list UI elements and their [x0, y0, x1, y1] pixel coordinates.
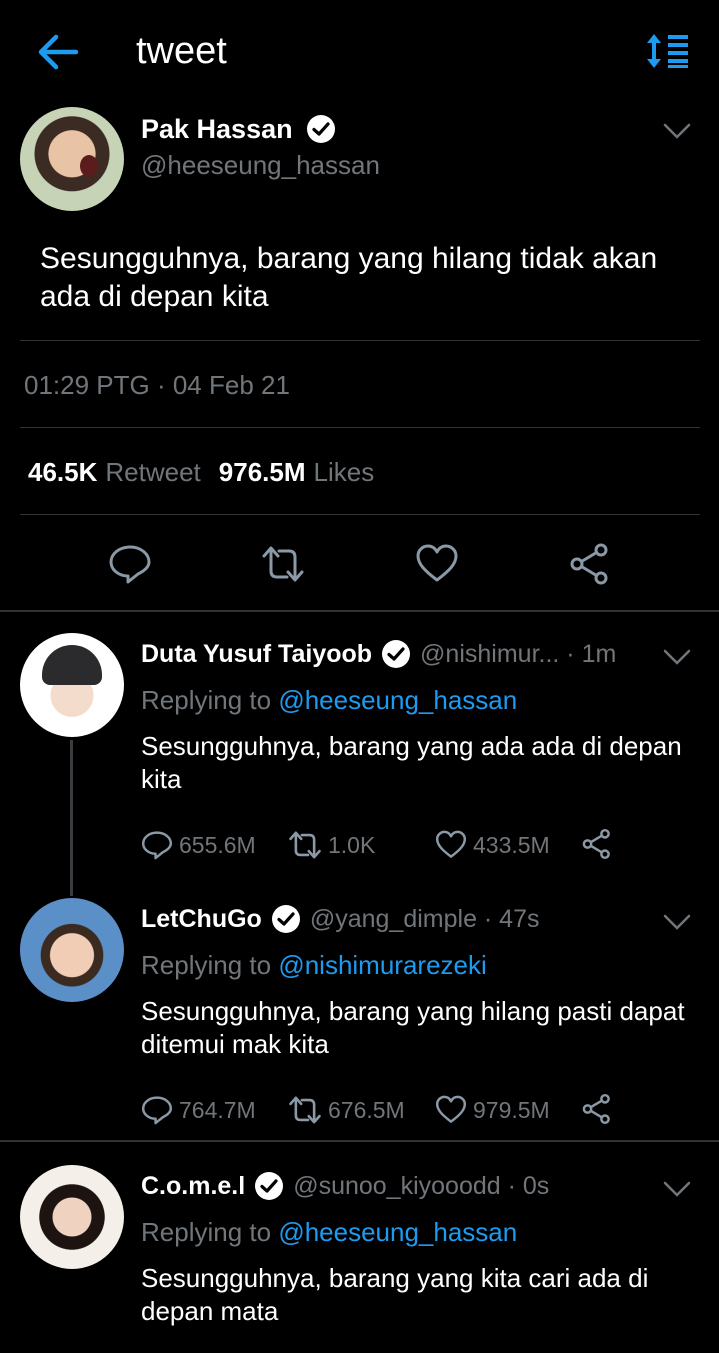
arrow-left-icon[interactable]	[36, 32, 78, 72]
reply-author-row: C.o.m.e.l @sunoo_kiyooodd · 0s	[141, 1169, 549, 1203]
tweet-actions	[0, 543, 719, 587]
reply-author-handle[interactable]: @yang_dimple · 47s	[310, 905, 540, 934]
chevron-down-icon[interactable]	[663, 1180, 691, 1198]
chevron-down-icon[interactable]	[663, 648, 691, 666]
avatar[interactable]	[20, 633, 124, 737]
replying-to: Replying to @nishimurarezeki	[141, 950, 487, 981]
retweet-icon	[289, 1096, 321, 1124]
chevron-down-icon[interactable]	[663, 122, 691, 140]
reply-actions: 764.7M 676.5M 979.5M	[141, 1093, 701, 1127]
retweet-button[interactable]: 1.0K	[288, 828, 375, 862]
reply-count: 764.7M	[179, 1096, 256, 1123]
replying-prefix: Replying to	[141, 685, 272, 715]
author-row: Pak Hassan	[141, 112, 337, 146]
retweet-count: 1.0K	[328, 831, 376, 858]
divider	[20, 514, 700, 515]
replying-to-link[interactable]: @heeseung_hassan	[278, 1217, 517, 1247]
retweet-icon	[289, 831, 321, 859]
share-icon[interactable]	[568, 543, 612, 585]
heart-icon	[435, 1095, 467, 1123]
replying-to-link[interactable]: @nishimurarezeki	[278, 950, 486, 980]
author-name[interactable]: Pak Hassan	[141, 114, 293, 145]
reply-text: Sesungguhnya, barang yang hilang pasti d…	[141, 996, 685, 1059]
like-button[interactable]: 979.5M	[435, 1093, 550, 1127]
verified-badge-icon	[271, 905, 300, 933]
retweet-count: 676.5M	[328, 1096, 405, 1123]
share-icon[interactable]	[581, 828, 613, 860]
reply-author-name[interactable]: C.o.m.e.l	[141, 1172, 245, 1201]
reply-author-row: Duta Yusuf Taiyoob @nishimur... · 1m	[141, 637, 616, 671]
reply-actions: 655.6M 1.0K 433.5M	[141, 828, 701, 862]
tweet-timestamp: 01:29 PTG · 04 Feb 21	[24, 370, 290, 400]
verified-badge-icon	[306, 115, 335, 143]
reply-button[interactable]: 655.6M	[141, 828, 256, 862]
reply-text: Sesungguhnya, barang yang ada ada di dep…	[141, 731, 682, 794]
chevron-down-icon[interactable]	[663, 913, 691, 931]
verified-badge-icon	[255, 1172, 284, 1200]
like-button[interactable]: 433.5M	[435, 828, 550, 862]
likes-label[interactable]: Likes	[314, 457, 375, 488]
heart-icon	[435, 830, 467, 858]
page-title: tweet	[136, 30, 227, 72]
retweet-button[interactable]: 676.5M	[288, 1093, 405, 1127]
tweet-stats: 46.5K Retweet 976.5M Likes	[28, 457, 384, 488]
like-count: 433.5M	[473, 831, 550, 858]
tweet-text: Sesungguhnya, barang yang hilang tidak a…	[40, 242, 658, 313]
verified-badge-icon	[382, 640, 411, 668]
sort-icon[interactable]	[646, 33, 690, 69]
thread-line	[70, 740, 73, 896]
author-handle[interactable]: @heeseung_hassan	[141, 150, 380, 181]
divider	[20, 340, 700, 341]
reply-icon[interactable]	[108, 543, 152, 585]
reply-author-handle[interactable]: @nishimur... · 1m	[420, 640, 616, 669]
replying-to-link[interactable]: @heeseung_hassan	[278, 685, 517, 715]
retweet-label[interactable]: Retweet	[105, 457, 200, 488]
retweet-icon[interactable]	[261, 543, 305, 585]
top-bar: tweet	[0, 0, 719, 100]
reply-button[interactable]: 764.7M	[141, 1093, 256, 1127]
reply-author-name[interactable]: LetChuGo	[141, 905, 262, 934]
share-icon[interactable]	[581, 1093, 613, 1125]
reply-text: Sesungguhnya, barang yang kita cari ada …	[141, 1263, 649, 1326]
avatar[interactable]	[20, 1165, 124, 1269]
reply-author-name[interactable]: Duta Yusuf Taiyoob	[141, 640, 372, 669]
divider	[20, 427, 700, 428]
replying-prefix: Replying to	[141, 950, 272, 980]
retweet-count[interactable]: 46.5K	[28, 457, 97, 488]
replying-to: Replying to @heeseung_hassan	[141, 1217, 517, 1248]
replying-prefix: Replying to	[141, 1217, 272, 1247]
avatar[interactable]	[20, 898, 124, 1002]
reply-author-handle[interactable]: @sunoo_kiyooodd · 0s	[293, 1172, 549, 1201]
heart-icon[interactable]	[415, 543, 459, 585]
section-divider	[0, 1140, 719, 1142]
like-count: 979.5M	[473, 1096, 550, 1123]
replying-to: Replying to @heeseung_hassan	[141, 685, 517, 716]
reply-icon	[141, 831, 173, 860]
likes-count[interactable]: 976.5M	[219, 457, 306, 488]
avatar[interactable]	[20, 107, 124, 211]
reply-count: 655.6M	[179, 831, 256, 858]
reply-icon	[141, 1096, 173, 1125]
section-divider	[0, 610, 719, 612]
reply-author-row: LetChuGo @yang_dimple · 47s	[141, 902, 540, 936]
